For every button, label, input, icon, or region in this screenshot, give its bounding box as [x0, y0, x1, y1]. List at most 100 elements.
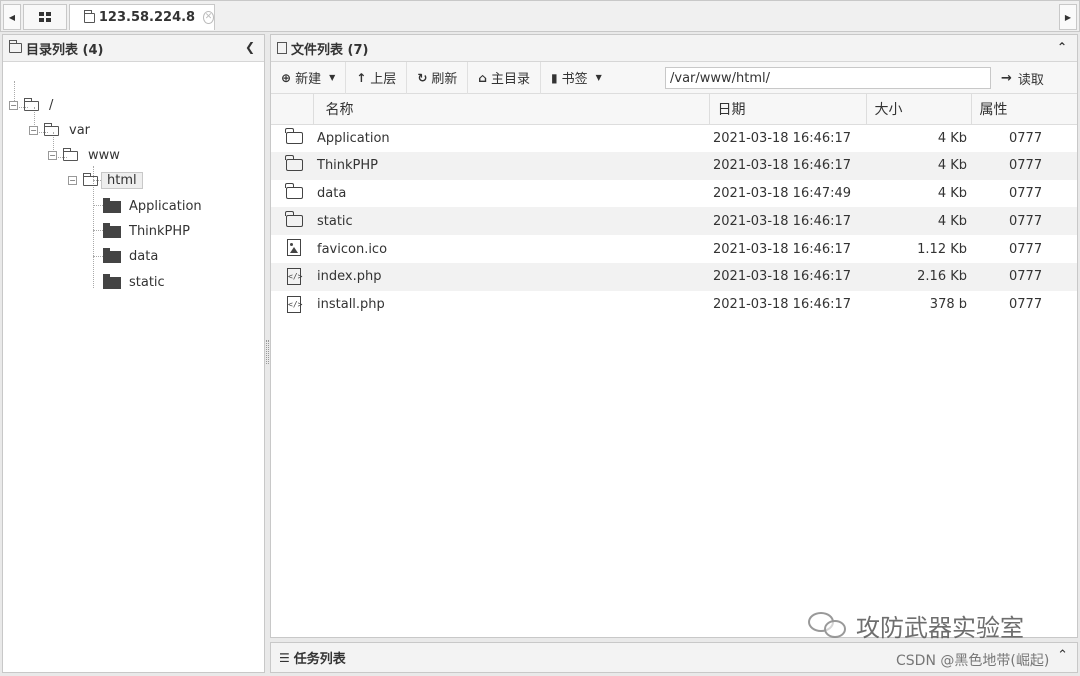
tree-node-www[interactable]: − www	[48, 145, 120, 165]
file-name[interactable]: favicon.ico	[313, 235, 709, 263]
refresh-icon: ↻	[417, 70, 428, 85]
folder-icon	[103, 223, 121, 238]
folder-icon	[285, 155, 303, 172]
up-button-label: 上层	[370, 72, 397, 87]
tab-shell[interactable]: 123.58.224.8 ✕	[69, 4, 215, 30]
file-attr: 0777	[1009, 130, 1043, 146]
file-name[interactable]: Application	[313, 124, 709, 152]
file-icon-cell	[271, 151, 313, 180]
grid-icon	[39, 12, 51, 22]
folder-icon	[285, 210, 303, 227]
folder-icon	[9, 40, 22, 53]
task-panel-title: 任务列表	[293, 652, 346, 667]
directory-panel-title: 目录列表 (4)	[26, 42, 104, 58]
file-name[interactable]: ThinkPHP	[313, 151, 709, 180]
file-icon	[277, 42, 287, 54]
tab-scroll-left-button[interactable]: ◀	[3, 4, 21, 30]
new-button-label: 新建	[295, 72, 322, 87]
file-size: 4 Kb	[866, 207, 971, 236]
file-row[interactable]: </> install.php 2021-03-18 16:46:17 378 b 07…	[271, 291, 1077, 319]
file-row[interactable]: ThinkPHP 2021-03-18 16:46:17 4 Kb 0777	[271, 151, 1077, 180]
home-tab[interactable]	[23, 4, 67, 30]
column-header-name[interactable]: 名称	[313, 94, 710, 125]
read-button-label: 读取	[1017, 72, 1044, 88]
file-name[interactable]: static	[313, 207, 709, 236]
home-button[interactable]: ⌂ 主目录	[468, 61, 541, 94]
file-size: 4 Kb	[937, 185, 967, 201]
folder-icon	[84, 9, 95, 23]
bookmark-button[interactable]: ▮ 书签 ▼	[541, 62, 612, 94]
file-name[interactable]: index.php	[313, 262, 709, 291]
caret-down-icon: ▼	[329, 73, 336, 82]
refresh-button[interactable]: ↻ 刷新	[407, 61, 469, 94]
tree-node-label: data	[129, 248, 159, 264]
folder-icon	[285, 127, 303, 144]
directory-tree: − / − var − www − html Application Think…	[3, 62, 264, 672]
file-attr: 0777	[1009, 297, 1043, 313]
file-icon-cell: </>	[271, 262, 313, 291]
arrow-right-icon: →	[1001, 70, 1012, 86]
read-button[interactable]: → 读取	[1001, 62, 1044, 94]
file-attr: 0777	[971, 151, 1077, 180]
close-icon[interactable]: ✕	[203, 11, 214, 24]
collapse-up-icon[interactable]: ⌃	[1057, 40, 1067, 54]
tree-node-thinkphp[interactable]: ThinkPHP	[103, 221, 190, 241]
tab-bar: ◀ 123.58.224.8 ✕ ▶	[0, 0, 1080, 32]
tree-node-html[interactable]: − html	[68, 170, 143, 190]
tree-node-root[interactable]: − /	[9, 95, 53, 115]
tree-node-application[interactable]: Application	[103, 196, 202, 216]
file-icon-cell: </>	[271, 291, 313, 319]
file-date: 2021-03-18 16:47:49	[713, 185, 852, 201]
new-button[interactable]: ⊕ 新建 ▼	[271, 61, 347, 94]
column-header-attr[interactable]: 属性	[971, 94, 1077, 125]
bookmark-button-label: 书签	[561, 72, 588, 87]
file-row[interactable]: data 2021-03-18 16:47:49 4 Kb 0777	[271, 180, 1077, 208]
tab-label: 123.58.224.8	[98, 10, 196, 25]
file-panel: 文件列表 (7) ⌃ ⊕ 新建 ▼ ↑ 上层 ↻ 刷新 ⌂ 主目录 ▮ 书签 ▼…	[270, 34, 1078, 638]
file-attr: 0777	[971, 262, 1077, 291]
file-date: 2021-03-18 16:46:17	[709, 207, 866, 236]
tree-node-label: ThinkPHP	[129, 223, 191, 239]
code-file-icon: </>	[287, 268, 302, 286]
expand-up-icon[interactable]: ⌃	[1057, 648, 1068, 663]
folder-open-icon	[24, 98, 39, 111]
panel-splitter[interactable]	[266, 340, 269, 364]
folder-icon	[103, 198, 121, 213]
up-button[interactable]: ↑ 上层	[346, 61, 408, 94]
image-file-icon	[287, 238, 301, 256]
file-size: 4 Kb	[937, 130, 967, 146]
file-date: 2021-03-18 16:46:17	[713, 130, 852, 146]
file-row[interactable]: </> index.php 2021-03-18 16:46:17 2.16 Kb 07…	[271, 262, 1077, 291]
tree-node-var[interactable]: − var	[29, 120, 90, 140]
file-row[interactable]: static 2021-03-18 16:46:17 4 Kb 0777	[271, 207, 1077, 236]
column-header-date[interactable]: 日期	[709, 94, 867, 125]
home-icon: ⌂	[478, 70, 487, 85]
collapse-left-icon[interactable]: ❮	[245, 40, 255, 54]
tree-node-data[interactable]: data	[103, 246, 158, 266]
tree-node-label: www	[88, 147, 120, 163]
file-attr: 0777	[1009, 241, 1043, 257]
collapse-toggle-icon[interactable]: −	[68, 175, 77, 185]
collapse-toggle-icon[interactable]: −	[48, 150, 57, 160]
file-size: 2.16 Kb	[866, 262, 971, 291]
file-name[interactable]: install.php	[313, 291, 709, 319]
tab-scroll-right-button[interactable]: ▶	[1059, 4, 1077, 30]
folder-icon	[285, 182, 303, 199]
column-header-size[interactable]: 大小	[866, 94, 972, 125]
collapse-toggle-icon[interactable]: −	[9, 100, 18, 110]
file-icon-cell	[271, 124, 313, 152]
tree-node-label: var	[69, 122, 91, 138]
tree-node-static[interactable]: static	[103, 272, 165, 292]
collapse-toggle-icon[interactable]: −	[29, 125, 38, 135]
file-name[interactable]: data	[313, 180, 709, 208]
file-toolbar: ⊕ 新建 ▼ ↑ 上层 ↻ 刷新 ⌂ 主目录 ▮ 书签 ▼ → 读取	[271, 61, 1077, 94]
folder-icon	[103, 248, 121, 263]
file-row[interactable]: favicon.ico 2021-03-18 16:46:17 1.12 Kb 077…	[271, 235, 1077, 263]
tree-node-label: Application	[129, 198, 202, 214]
list-icon: ☰	[279, 650, 290, 665]
path-input[interactable]	[665, 67, 991, 89]
tree-node-label: /	[49, 97, 54, 113]
file-row[interactable]: Application 2021-03-18 16:46:17 4 Kb 0777	[271, 124, 1077, 152]
file-date: 2021-03-18 16:46:17	[713, 241, 852, 257]
file-panel-title: 文件列表 (7)	[291, 42, 369, 58]
